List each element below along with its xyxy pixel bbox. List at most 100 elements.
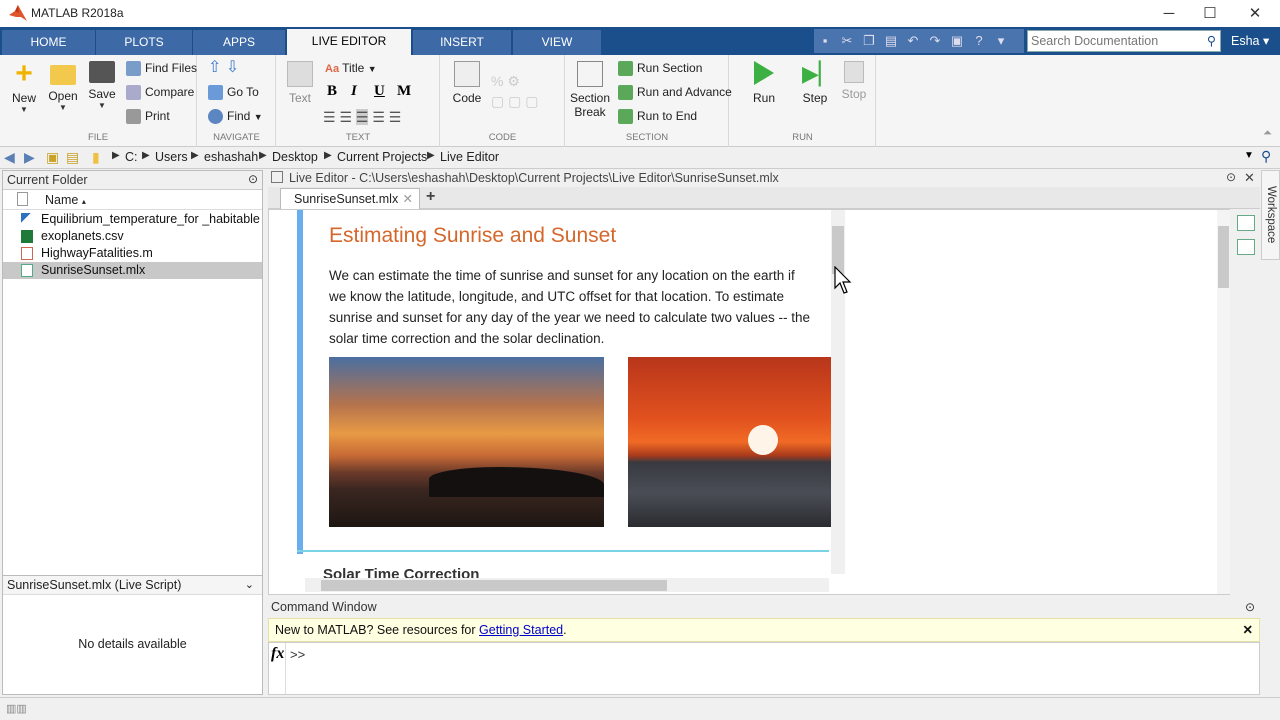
breadcrumb-users[interactable]: Users (155, 150, 188, 164)
output-right-icon[interactable] (1237, 239, 1255, 255)
current-folder-header: Current Folder ⊙ (3, 171, 262, 190)
breadcrumb-live-editor[interactable]: Live Editor (440, 150, 499, 164)
maximize-button[interactable]: ☐ (1190, 3, 1230, 25)
stop-button[interactable]: Stop (836, 61, 872, 101)
tab-live-editor[interactable]: LIVE EDITOR (287, 29, 411, 55)
close-tab-icon[interactable]: ✕ (403, 189, 413, 209)
go-to-button[interactable]: Go To (208, 82, 259, 102)
copy-icon[interactable]: ❐ (860, 32, 878, 50)
list-align-icons[interactable]: ☰ ☰ ☰ ☰ ☰ (323, 107, 401, 127)
grip-icon[interactable]: ▥▥ (6, 702, 27, 715)
monospace-button[interactable]: M (397, 83, 411, 100)
compare-button[interactable]: Compare (126, 82, 194, 102)
panel-actions-icon[interactable]: ⊙ (248, 172, 258, 186)
csv-file-icon (21, 230, 33, 243)
close-icon[interactable]: ✕ (1243, 622, 1253, 637)
live-editor-area[interactable]: Estimating Sunrise and Sunset We can est… (268, 209, 1230, 595)
section-break-button[interactable]: Section Break (568, 61, 612, 119)
search-icon[interactable]: ⚲ (1207, 31, 1216, 51)
switch-windows-icon[interactable]: ▣ (948, 32, 966, 50)
chevron-down-icon[interactable]: ▼ (1244, 150, 1254, 161)
navigate-up-down-icon[interactable]: ⇧ ⇩ (208, 58, 239, 78)
tab-home[interactable]: HOME (2, 30, 95, 55)
panel-actions-icon[interactable]: ⊙ (1245, 600, 1255, 614)
run-and-advance-button[interactable]: Run and Advance (618, 82, 732, 102)
workspace-tab[interactable]: Workspace (1261, 170, 1280, 260)
search-icon[interactable]: ⚲ (1261, 148, 1271, 165)
breadcrumb-desktop[interactable]: Desktop (272, 150, 318, 164)
print-button[interactable]: Print (126, 106, 170, 126)
panel-actions-icon[interactable]: ⊙ (1226, 170, 1236, 184)
back-icon[interactable]: ◀ (4, 149, 15, 166)
file-row[interactable]: HighwayFatalities.m (3, 245, 262, 262)
collapse-ribbon-icon[interactable]: ⏶ (1263, 127, 1272, 140)
run-section-icon (618, 61, 633, 77)
run-to-end-button[interactable]: Run to End (618, 106, 697, 126)
close-icon[interactable]: ✕ (1244, 170, 1255, 186)
new-button[interactable]: + New ▼ (6, 57, 42, 115)
scrollbar-thumb[interactable] (321, 580, 667, 591)
run-group-label: RUN (792, 132, 813, 143)
scrollbar-thumb[interactable] (1218, 226, 1229, 288)
add-tab-icon[interactable]: + (426, 188, 435, 206)
editor-tab-sunrisesunset[interactable]: SunriseSunset.mlx ✕ (280, 188, 420, 209)
breadcrumb-eshashah[interactable]: eshashah (204, 150, 258, 164)
user-menu[interactable]: Esha ▾ (1225, 30, 1277, 52)
breadcrumb-current-projects[interactable]: Current Projects (337, 150, 427, 164)
text-style-dropdown[interactable]: Aa Title ▼ (325, 58, 377, 78)
open-button[interactable]: Open ▼ (45, 61, 81, 112)
new-icon: + (15, 57, 33, 90)
document-paragraph[interactable]: We can estimate the time of sunrise and … (329, 265, 814, 349)
document-horizontal-scrollbar[interactable] (305, 578, 829, 592)
fx-icon[interactable]: fx (271, 645, 284, 663)
document-vertical-scrollbar[interactable] (831, 210, 845, 574)
save-button[interactable]: Save ▼ (84, 61, 120, 110)
up-folder-icon[interactable]: ▣ (46, 149, 59, 166)
m-file-icon (21, 247, 33, 260)
file-row[interactable]: Equilibrium_temperature_for _habitable p… (3, 211, 262, 228)
find-files-button[interactable]: Find Files (126, 58, 197, 78)
text-button[interactable]: Text (283, 61, 317, 105)
save-icon (89, 61, 115, 83)
getting-started-link[interactable]: Getting Started (479, 623, 563, 637)
cut-icon[interactable]: ✂ (838, 32, 856, 50)
chevron-down-icon[interactable]: ▾ (992, 32, 1010, 50)
help-icon[interactable]: ? (970, 32, 988, 50)
italic-button[interactable]: I (351, 83, 357, 100)
close-window-button[interactable]: ✕ (1235, 3, 1275, 25)
save-icon[interactable]: ▪ (816, 32, 834, 50)
run-section-button[interactable]: Run Section (618, 58, 702, 78)
breadcrumb-c[interactable]: C: (125, 150, 138, 164)
step-button[interactable]: ▶▏ Step (797, 61, 836, 105)
code-button[interactable]: Code (449, 61, 485, 105)
document-title[interactable]: Estimating Sunrise and Sunset (329, 224, 616, 248)
forward-icon[interactable]: ▶ (24, 149, 35, 166)
minimize-button[interactable]: ─ (1149, 3, 1189, 25)
tab-insert[interactable]: INSERT (413, 30, 511, 55)
save-label: Save (88, 87, 116, 101)
search-documentation-input[interactable]: Search Documentation ⚲ (1027, 30, 1221, 52)
underline-button[interactable]: U (374, 83, 385, 100)
run-button[interactable]: Run (746, 61, 782, 105)
breadcrumb-separator: ▶ (142, 150, 150, 161)
details-header[interactable]: SunriseSunset.mlx (Live Script) ⌄ (3, 575, 262, 595)
tab-view[interactable]: VIEW (513, 30, 601, 55)
redo-icon[interactable]: ↷ (926, 32, 944, 50)
tab-apps[interactable]: APPS (193, 30, 285, 55)
run-group: Run ▶▏ Step Stop RUN (730, 55, 876, 147)
ribbon: + New ▼ Open ▼ Save ▼ Find Files Compare Pr… (0, 55, 1280, 147)
file-row[interactable]: exoplanets.csv (3, 228, 262, 245)
find-button[interactable]: Find ▼ (208, 106, 263, 126)
output-vertical-scrollbar[interactable] (1217, 210, 1230, 594)
bold-button[interactable]: B (327, 83, 337, 100)
undo-icon[interactable]: ↶ (904, 32, 922, 50)
tab-plots[interactable]: PLOTS (96, 30, 192, 55)
browse-folder-icon[interactable]: ▤ (66, 149, 79, 166)
output-inline-icon[interactable] (1237, 215, 1255, 231)
name-column-header[interactable]: Name ▴ (45, 193, 86, 207)
section-group-label: SECTION (625, 132, 669, 143)
file-row-selected[interactable]: SunriseSunset.mlx (3, 262, 262, 279)
paste-icon[interactable]: ▤ (882, 32, 900, 50)
chevron-down-icon[interactable]: ⌄ (245, 578, 254, 591)
command-window-body[interactable]: fx >> (268, 642, 1260, 695)
